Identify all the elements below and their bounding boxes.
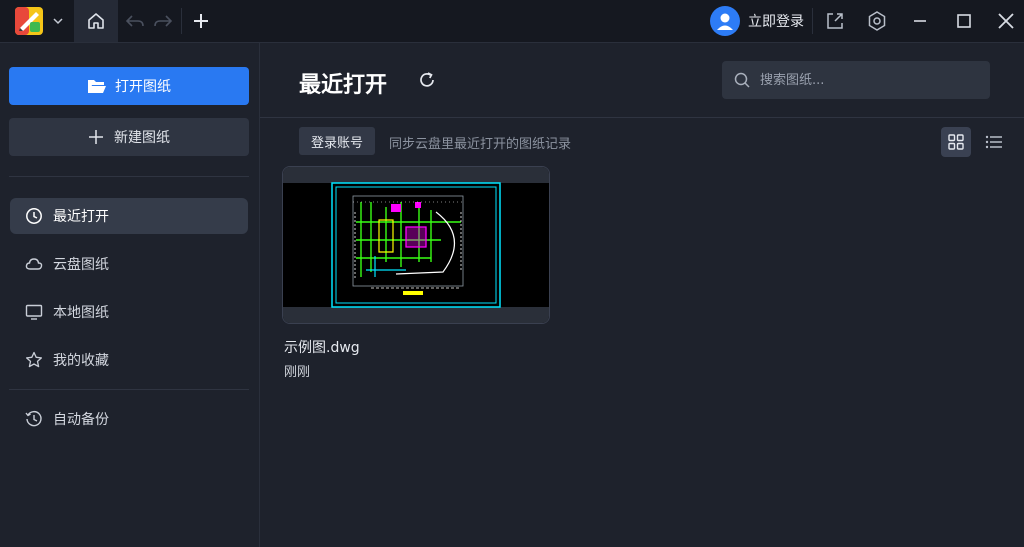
search-box[interactable] [722,61,990,99]
sidebar-item-recent[interactable]: 最近打开 [10,198,248,234]
page-title: 最近打开 [299,73,388,98]
sidebar-item-local[interactable]: 本地图纸 [10,294,248,330]
login-account-button[interactable]: 登录账号 [299,127,376,155]
folder-icon [88,80,106,93]
refresh-button[interactable] [416,69,438,91]
app-logo-icon[interactable] [14,6,44,36]
settings-button[interactable] [865,9,889,33]
sidebar-item-favorites[interactable]: 我的收藏 [10,342,248,378]
sidebar-item-cloud[interactable]: 云盘图纸 [10,246,248,282]
sidebar-item-label: 本地图纸 [53,305,109,321]
file-name: 示例图.dwg [284,340,360,356]
star-icon [25,351,43,369]
card-frame [283,167,549,183]
list-icon [985,135,1002,149]
file-card[interactable] [282,166,550,324]
plus-icon [194,14,208,28]
maximize-icon [957,14,971,28]
list-view-button[interactable] [979,127,1009,157]
drawing-thumbnail [331,182,501,308]
sidebar-item-label: 自动备份 [53,412,109,428]
undo-button[interactable] [124,10,146,32]
share-button[interactable] [823,9,847,33]
sidebar: 打开图纸 新建图纸 最近打开 云盘图纸 本地图纸 我的收藏 自动备份 [0,43,260,547]
sidebar-item-label: 最近打开 [53,209,109,225]
sidebar-item-label: 我的收藏 [53,353,109,369]
divider [260,117,1024,118]
card-frame [283,307,549,323]
grid-view-button[interactable] [941,127,971,157]
sidebar-item-label: 云盘图纸 [53,257,109,273]
add-tab-button[interactable] [189,8,213,34]
redo-button[interactable] [152,10,174,32]
user-avatar-icon[interactable] [710,6,740,36]
divider [181,8,182,34]
file-time: 刚刚 [284,365,311,380]
search-input[interactable] [758,71,982,89]
minimize-icon [914,20,926,22]
login-area[interactable]: 立即登录 [710,5,804,37]
new-drawing-label: 新建图纸 [114,130,170,146]
divider [9,389,249,390]
divider [9,176,249,177]
new-drawing-button[interactable]: 新建图纸 [9,118,249,156]
share-icon [827,13,843,29]
dropdown-arrow-icon[interactable] [52,12,66,30]
main-content: 最近打开 登录账号 同步云盘里最近打开的图纸记录 [260,43,1024,547]
close-icon [998,13,1014,29]
sidebar-item-backup[interactable]: 自动备份 [10,401,248,437]
redo-icon [154,15,173,27]
settings-icon [868,11,886,31]
divider [812,8,813,34]
refresh-icon [420,72,434,87]
grid-icon [948,134,964,150]
login-link[interactable]: 立即登录 [748,11,804,31]
home-tab[interactable] [74,0,118,42]
maximize-button[interactable] [952,9,976,33]
sync-hint-text: 同步云盘里最近打开的图纸记录 [389,137,572,152]
search-icon [734,72,750,88]
open-drawing-button[interactable]: 打开图纸 [9,67,249,105]
monitor-icon [25,303,43,321]
open-drawing-label: 打开图纸 [115,79,171,95]
history-icon [25,410,43,428]
plus-icon [89,130,103,144]
close-button[interactable] [994,9,1018,33]
title-bar: 立即登录 [0,0,1024,43]
home-icon [88,13,104,29]
minimize-button[interactable] [908,9,932,33]
clock-icon [25,207,43,225]
cloud-icon [25,255,43,273]
undo-icon [125,15,144,27]
